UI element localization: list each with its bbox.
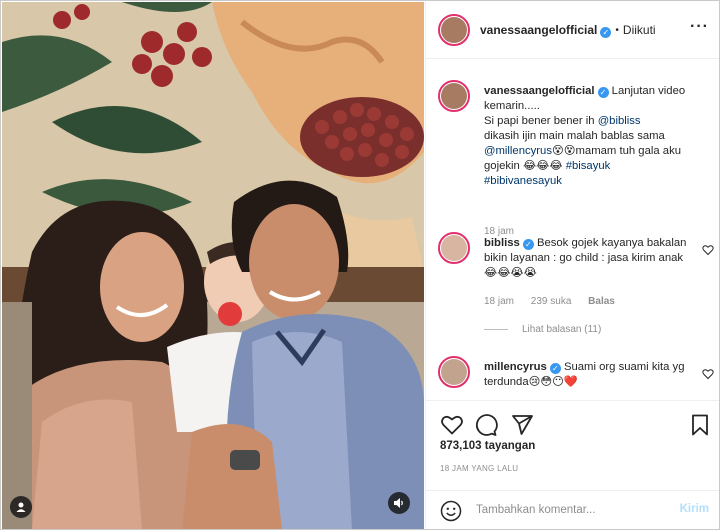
- author-avatar[interactable]: [438, 14, 470, 46]
- post-details-panel: vanessaangelofficial ✓ • Diikuti ··· vane…: [425, 2, 719, 529]
- mention-link[interactable]: @bibliss: [598, 115, 641, 127]
- header-separator: •: [615, 24, 619, 36]
- mention-link[interactable]: @millencyrus: [484, 145, 552, 157]
- view-replies-button[interactable]: Lihat balasan (11): [484, 324, 601, 335]
- heart-icon[interactable]: [440, 413, 464, 437]
- caption-username[interactable]: vanessaangelofficial ✓: [484, 85, 609, 98]
- verified-badge-icon: ✓: [600, 26, 612, 38]
- post-header: vanessaangelofficial ✓ • Diikuti ···: [426, 2, 719, 59]
- caption-line: Si papi bener bener ih: [484, 115, 595, 127]
- hashtag-link[interactable]: #bisayuk: [566, 160, 611, 172]
- author-username[interactable]: vanessaangelofficial ✓: [480, 23, 612, 38]
- comment-username[interactable]: millencyrus ✓: [484, 361, 561, 374]
- verified-badge-icon: ✓: [597, 87, 609, 98]
- posted-time: 18 JAM YANG LALU: [440, 464, 519, 473]
- comment-like-icon[interactable]: [702, 368, 714, 380]
- comments-section: vanessaangelofficial ✓ Lanjutan video kem…: [426, 60, 719, 400]
- caption-avatar[interactable]: [438, 80, 470, 112]
- emoji-icon[interactable]: [440, 500, 462, 522]
- sound-toggle-icon[interactable]: [388, 492, 410, 514]
- comment-time: 18 jam: [484, 296, 515, 307]
- comment-meta: 18 jam 239 suka Balas: [484, 296, 629, 307]
- post-video[interactable]: [2, 2, 424, 529]
- reply-button[interactable]: Balas: [588, 296, 615, 307]
- comment-like-icon[interactable]: [702, 244, 714, 256]
- share-icon[interactable]: [510, 413, 534, 437]
- comment-avatar[interactable]: [438, 232, 470, 264]
- caption-text: vanessaangelofficial ✓ Lanjutan video kem…: [484, 84, 696, 189]
- caption-line: dikasih ijin main malah bablas sama: [484, 130, 665, 142]
- view-count[interactable]: 873,103 tayangan: [440, 440, 535, 452]
- replies-divider: [484, 328, 508, 330]
- verified-badge-icon: ✓: [522, 239, 534, 250]
- comment-text: millencyrus ✓ Suami org suami kita yg ter…: [484, 360, 696, 390]
- more-options-icon[interactable]: ···: [690, 19, 709, 35]
- comment-text: bibliss ✓ Besok gojek kayanya bakalan bik…: [484, 236, 696, 281]
- comment-username[interactable]: bibliss ✓: [484, 237, 534, 250]
- add-comment-bar: Kirim: [426, 490, 719, 529]
- comment-likes[interactable]: 239 suka: [531, 296, 572, 307]
- comment-avatar[interactable]: [438, 356, 470, 388]
- post-comment-button[interactable]: Kirim: [680, 503, 709, 515]
- video-frame-illustration: [2, 2, 424, 529]
- follow-status-button[interactable]: Diikuti: [623, 23, 656, 37]
- verified-badge-icon: ✓: [549, 363, 561, 374]
- hashtag-link[interactable]: #bibivanesayuk: [484, 175, 562, 187]
- tagged-users-icon[interactable]: [10, 496, 32, 518]
- bookmark-icon[interactable]: [688, 413, 712, 437]
- comment-icon[interactable]: [474, 413, 498, 437]
- instagram-post-window: vanessaangelofficial ✓ • Diikuti ··· vane…: [0, 0, 720, 530]
- comment-input[interactable]: [476, 499, 666, 521]
